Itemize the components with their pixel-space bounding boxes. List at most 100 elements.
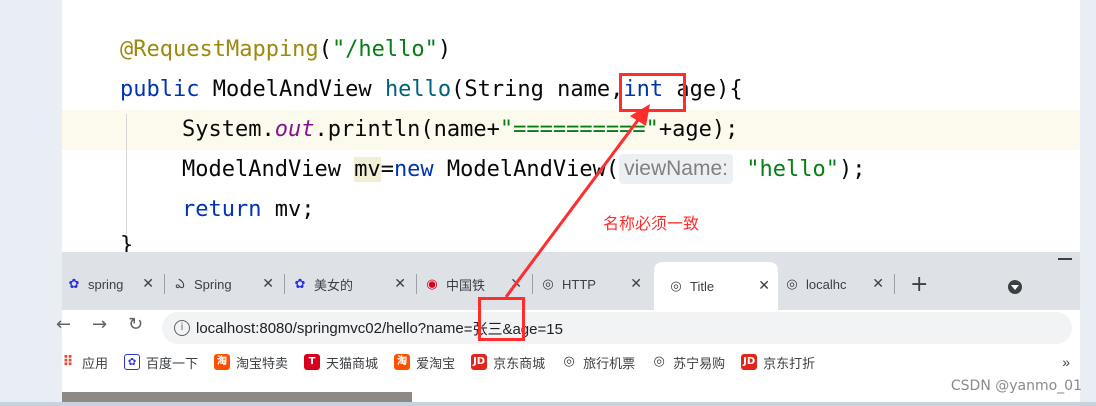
- close-icon[interactable]: ✕: [510, 275, 522, 292]
- bookmark-label: 应用: [82, 355, 109, 371]
- forward-arrow-icon[interactable]: →: [92, 314, 107, 335]
- tab-separator: [532, 274, 533, 294]
- right-frame: [1080, 0, 1096, 406]
- tab-label: 美女的: [314, 277, 354, 293]
- bookmark-jd-mall[interactable]: JD 京东商城: [471, 353, 545, 372]
- globe-icon: ◎: [563, 354, 575, 369]
- bookmark-baidu[interactable]: ✿ 百度一下: [124, 353, 198, 372]
- keyword-token: new: [393, 157, 434, 182]
- spring-icon: ఎ: [175, 276, 185, 291]
- tab-label: Spring: [194, 276, 232, 292]
- parameter-hint: viewName:: [619, 154, 733, 184]
- baidu-paw-icon: ✿: [68, 276, 80, 291]
- tab-localhost[interactable]: ◎ localhc ✕: [784, 266, 892, 302]
- call-token: .println(name+: [314, 117, 500, 142]
- highlight-box-url-name: [478, 297, 525, 341]
- code-line-5: return mv;: [182, 190, 314, 230]
- back-arrow-icon[interactable]: ←: [56, 314, 71, 335]
- tab-label: 中国铁: [446, 277, 486, 293]
- variable-token: mv: [354, 157, 381, 182]
- tab-beauty[interactable]: ✿ 美女的 ✕: [292, 266, 414, 302]
- bookmark-travel[interactable]: ◎ 旅行机票: [561, 353, 635, 372]
- brace-token: }: [120, 233, 134, 252]
- call-tail-token: +age);: [658, 117, 739, 142]
- bookmark-label: 京东商城: [493, 355, 546, 371]
- tab-spring-1[interactable]: ✿ spring ✕: [66, 266, 162, 302]
- annotation-token: @RequestMapping: [120, 37, 319, 62]
- bookmarks-overflow-button[interactable]: »: [1062, 354, 1070, 370]
- close-icon[interactable]: ✕: [630, 275, 642, 292]
- tab-separator: [894, 274, 895, 294]
- bookmark-taobao-sale[interactable]: 淘 淘宝特卖: [214, 353, 288, 372]
- baidu-paw-icon: ✿: [294, 276, 306, 291]
- indent-guide: [126, 114, 127, 234]
- bookmark-apps[interactable]: ⠿ 应用: [60, 353, 108, 372]
- page-image: [62, 392, 412, 402]
- close-icon[interactable]: ✕: [758, 277, 770, 294]
- string-token: "==========": [499, 117, 659, 142]
- minimize-icon[interactable]: [1058, 258, 1072, 260]
- jd-icon: JD: [471, 354, 488, 370]
- close-icon[interactable]: ✕: [394, 275, 406, 292]
- jd-icon: JD: [741, 354, 758, 370]
- bookmark-tmall[interactable]: T 天猫商城: [304, 353, 378, 372]
- info-icon[interactable]: i: [174, 320, 190, 336]
- tab-search-icon[interactable]: [1008, 280, 1022, 294]
- paren-token: ): [437, 37, 452, 62]
- globe-icon: ◎: [653, 354, 665, 369]
- tab-spring-2[interactable]: ఎ Spring ✕: [172, 266, 282, 302]
- url-param-name: name: [426, 319, 464, 337]
- code-line-3: System.out.println(name+"=========="+age…: [182, 110, 738, 150]
- tab-label: HTTP: [562, 276, 596, 292]
- tmall-icon: T: [304, 354, 321, 370]
- close-icon[interactable]: ✕: [142, 275, 154, 292]
- string-token: "hello": [746, 157, 839, 182]
- tab-title-active[interactable]: ◎ Title ✕: [654, 262, 778, 310]
- call-tail-token: );: [838, 157, 866, 182]
- left-frame: [0, 0, 62, 406]
- bookmark-jd-discount[interactable]: JD 京东打折: [741, 353, 815, 372]
- close-icon[interactable]: ✕: [872, 275, 884, 292]
- tab-separator: [284, 274, 285, 294]
- browser-window: ✿ spring ✕ ఎ Spring ✕ ✿ 美女的 ✕ ◉ 中国铁 ✕ ◎ …: [56, 252, 1080, 402]
- tab-strip: ✿ spring ✕ ఎ Spring ✕ ✿ 美女的 ✕ ◉ 中国铁 ✕ ◎ …: [62, 252, 1080, 310]
- close-icon[interactable]: ✕: [262, 275, 274, 292]
- code-editor[interactable]: @RequestMapping("/hello") public ModelAn…: [62, 0, 1080, 252]
- page-content: [62, 378, 1080, 402]
- type-token: ModelAndView: [182, 157, 355, 182]
- bookmark-label: 爱淘宝: [416, 355, 456, 371]
- highlight-box-code-name: [619, 73, 686, 112]
- bookmarks-bar: ⠿ 应用 ✿ 百度一下 淘 淘宝特卖 T 天猫商城 淘 爱淘宝 JD 京东商城 …: [62, 346, 1080, 378]
- apps-grid-icon: ⠿: [62, 354, 74, 370]
- keyword-token: public: [120, 77, 200, 102]
- code-line-6: }: [120, 226, 133, 252]
- bookmark-label: 旅行机票: [583, 355, 636, 371]
- bookmark-aitaobao[interactable]: 淘 爱淘宝: [394, 353, 455, 372]
- tab-http[interactable]: ◎ HTTP ✕: [540, 266, 650, 302]
- reload-icon[interactable]: ↻: [128, 314, 143, 335]
- address-bar[interactable]: i localhost:8080/springmvc02/hello? name =…: [162, 312, 1072, 344]
- paren-token: (: [318, 37, 332, 62]
- taobao-icon: 淘: [214, 354, 231, 370]
- bottom-frame: [0, 402, 1096, 406]
- annotation-label: 名称必须一致: [603, 214, 700, 233]
- bookmark-label: 百度一下: [146, 355, 199, 371]
- keyword-token: return: [182, 197, 262, 222]
- class-token: System.: [182, 117, 275, 142]
- url-prefix: localhost:8080/springmvc02/hello?: [196, 319, 427, 337]
- bookmark-label: 苏宁易购: [673, 355, 726, 371]
- tab-separator: [416, 274, 417, 294]
- param-name-token: name: [557, 77, 611, 102]
- bookmark-suning[interactable]: ◎ 苏宁易购: [651, 353, 725, 372]
- return-tail-token: mv;: [261, 197, 315, 222]
- new-tab-button[interactable]: +: [910, 272, 928, 297]
- constructor-token: ModelAndView(: [433, 157, 620, 182]
- globe-icon: ◎: [542, 276, 554, 291]
- tab-label: Title: [690, 278, 715, 294]
- string-token: "/hello": [331, 37, 438, 62]
- code-line-1: @RequestMapping("/hello"): [120, 30, 451, 70]
- tab-separator: [164, 274, 165, 294]
- globe-icon: ◎: [670, 278, 682, 293]
- browser-toolbar: ← → ↻ i localhost:8080/springmvc02/hello…: [56, 310, 1080, 346]
- bookmark-label: 京东打折: [763, 355, 816, 371]
